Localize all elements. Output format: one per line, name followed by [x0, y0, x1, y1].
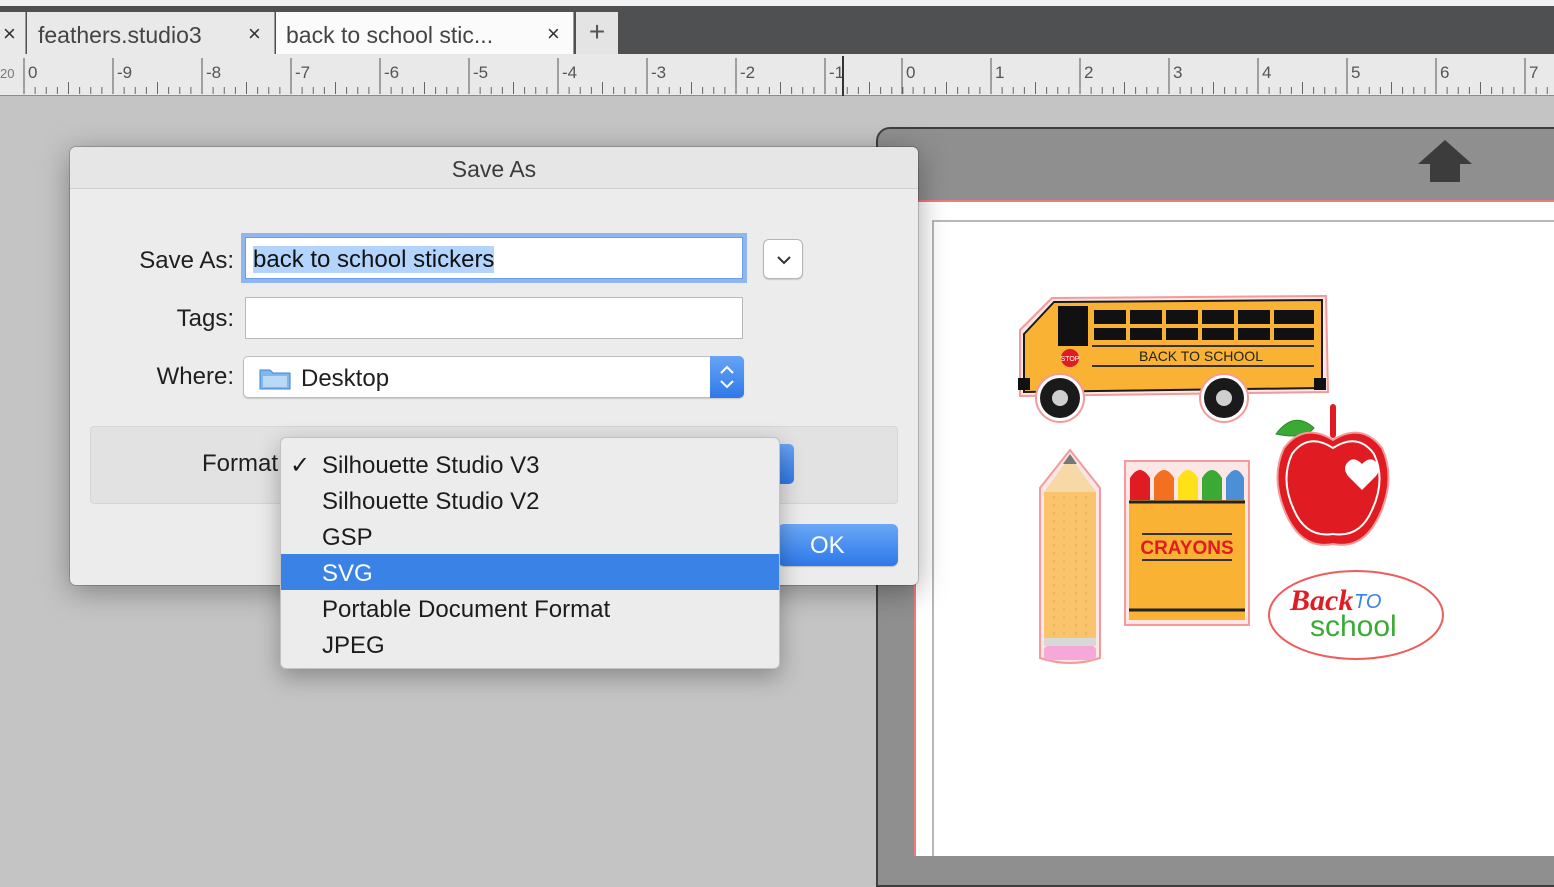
- pencil-sticker[interactable]: [1036, 446, 1104, 668]
- tab-back-to-school[interactable]: back to school stic... ×: [276, 12, 574, 54]
- feed-direction-arrow-icon: [1418, 140, 1472, 182]
- dialog-title: Save As: [451, 156, 537, 182]
- ruler-label: -6: [384, 63, 399, 82]
- bus-banner-text: BACK TO SCHOOL: [1139, 348, 1263, 364]
- tab-close-icon[interactable]: ×: [547, 21, 560, 47]
- bus-stop-sign-text: STOP: [1061, 356, 1080, 363]
- menu-item-label: Portable Document Format: [322, 596, 611, 623]
- menu-item-label: Silhouette Studio V3: [322, 452, 540, 479]
- horizontal-ruler: 0 -9 -8 -7 -6 -5 -4 -3 -2 -1 0 1 2 3 4 5 6 7: [0, 54, 1554, 96]
- folder-icon: [259, 369, 291, 390]
- menu-item-jpeg[interactable]: JPEG: [281, 626, 779, 662]
- format-label: Format: [201, 450, 278, 477]
- ruler-label: -4: [562, 63, 577, 82]
- where-stepper[interactable]: [710, 356, 744, 398]
- apple-sticker[interactable]: [1270, 398, 1396, 554]
- menu-item-label: JPEG: [322, 632, 385, 659]
- ruler-label: -5: [473, 63, 488, 82]
- menu-item-svg[interactable]: SVG: [281, 554, 779, 590]
- ruler-label: 7: [1529, 63, 1538, 82]
- menu-item-label: SVG: [322, 560, 373, 587]
- ruler-corner-label: 20: [0, 66, 15, 81]
- school-text: school: [1310, 610, 1397, 643]
- tab-hidden[interactable]: ×: [0, 12, 26, 54]
- ruler-label: 0: [906, 63, 915, 82]
- crayon-box-sticker[interactable]: CRAYONS: [1124, 460, 1250, 626]
- back-to-school-oval-sticker[interactable]: Back TO school: [1266, 568, 1446, 662]
- where-value: Desktop: [301, 365, 390, 392]
- ruler-label: -2: [740, 63, 755, 82]
- where-label: Where:: [156, 363, 234, 390]
- menu-item-gsp[interactable]: GSP: [281, 518, 779, 554]
- ruler-label: 3: [1173, 63, 1182, 82]
- tags-field[interactable]: [245, 297, 743, 339]
- tab-feathers[interactable]: feathers.studio3 ×: [27, 12, 275, 54]
- save-as-label: Save As:: [139, 247, 234, 274]
- up-down-arrows-icon: [720, 365, 734, 389]
- ruler-ticks: 0 -9 -8 -7 -6 -5 -4 -3 -2 -1 0 1 2 3 4 5 6 7: [23, 56, 1548, 96]
- new-tab-button[interactable]: +: [576, 12, 618, 54]
- format-dropdown-menu: ✓ Silhouette Studio V3 Silhouette Studio…: [280, 437, 780, 669]
- tab-label: back to school stic...: [286, 22, 494, 48]
- menu-item-label: Silhouette Studio V2: [322, 488, 540, 515]
- expand-dialog-button[interactable]: [763, 239, 803, 279]
- ruler-label: 5: [1351, 63, 1360, 82]
- ruler-label: -3: [651, 63, 666, 82]
- tab-close-icon[interactable]: ×: [248, 21, 261, 47]
- save-as-value: back to school stickers: [253, 246, 495, 273]
- menu-item-silhouette-v3[interactable]: ✓ Silhouette Studio V3: [281, 446, 779, 482]
- checkmark-icon: ✓: [290, 452, 311, 479]
- chevron-down-icon: [777, 256, 791, 265]
- where-popup[interactable]: Desktop: [243, 356, 744, 398]
- ruler-label: -9: [117, 63, 132, 82]
- ruler-label: 6: [1440, 63, 1449, 82]
- ruler-label: 2: [1084, 63, 1093, 82]
- ruler-label: 0: [28, 63, 37, 82]
- ruler-label: -7: [295, 63, 310, 82]
- save-as-field[interactable]: back to school stickers: [245, 237, 743, 279]
- ruler-label: -1: [829, 63, 844, 82]
- ruler-label: -8: [206, 63, 221, 82]
- menu-item-silhouette-v2[interactable]: Silhouette Studio V2: [281, 482, 779, 518]
- ruler-label: 4: [1262, 63, 1271, 82]
- crayons-text: CRAYONS: [1140, 538, 1233, 559]
- menu-item-label: GSP: [322, 524, 373, 551]
- tab-label: feathers.studio3: [38, 22, 202, 48]
- menu-item-pdf[interactable]: Portable Document Format: [281, 590, 779, 626]
- dialog-titlebar: Save As: [70, 147, 918, 189]
- tab-close-icon[interactable]: ×: [3, 21, 16, 47]
- ok-button[interactable]: OK: [778, 524, 898, 566]
- ruler-label: 1: [995, 63, 1004, 82]
- document-tab-bar: × feathers.studio3 × back to school stic…: [0, 6, 1554, 54]
- tags-label: Tags:: [176, 305, 234, 332]
